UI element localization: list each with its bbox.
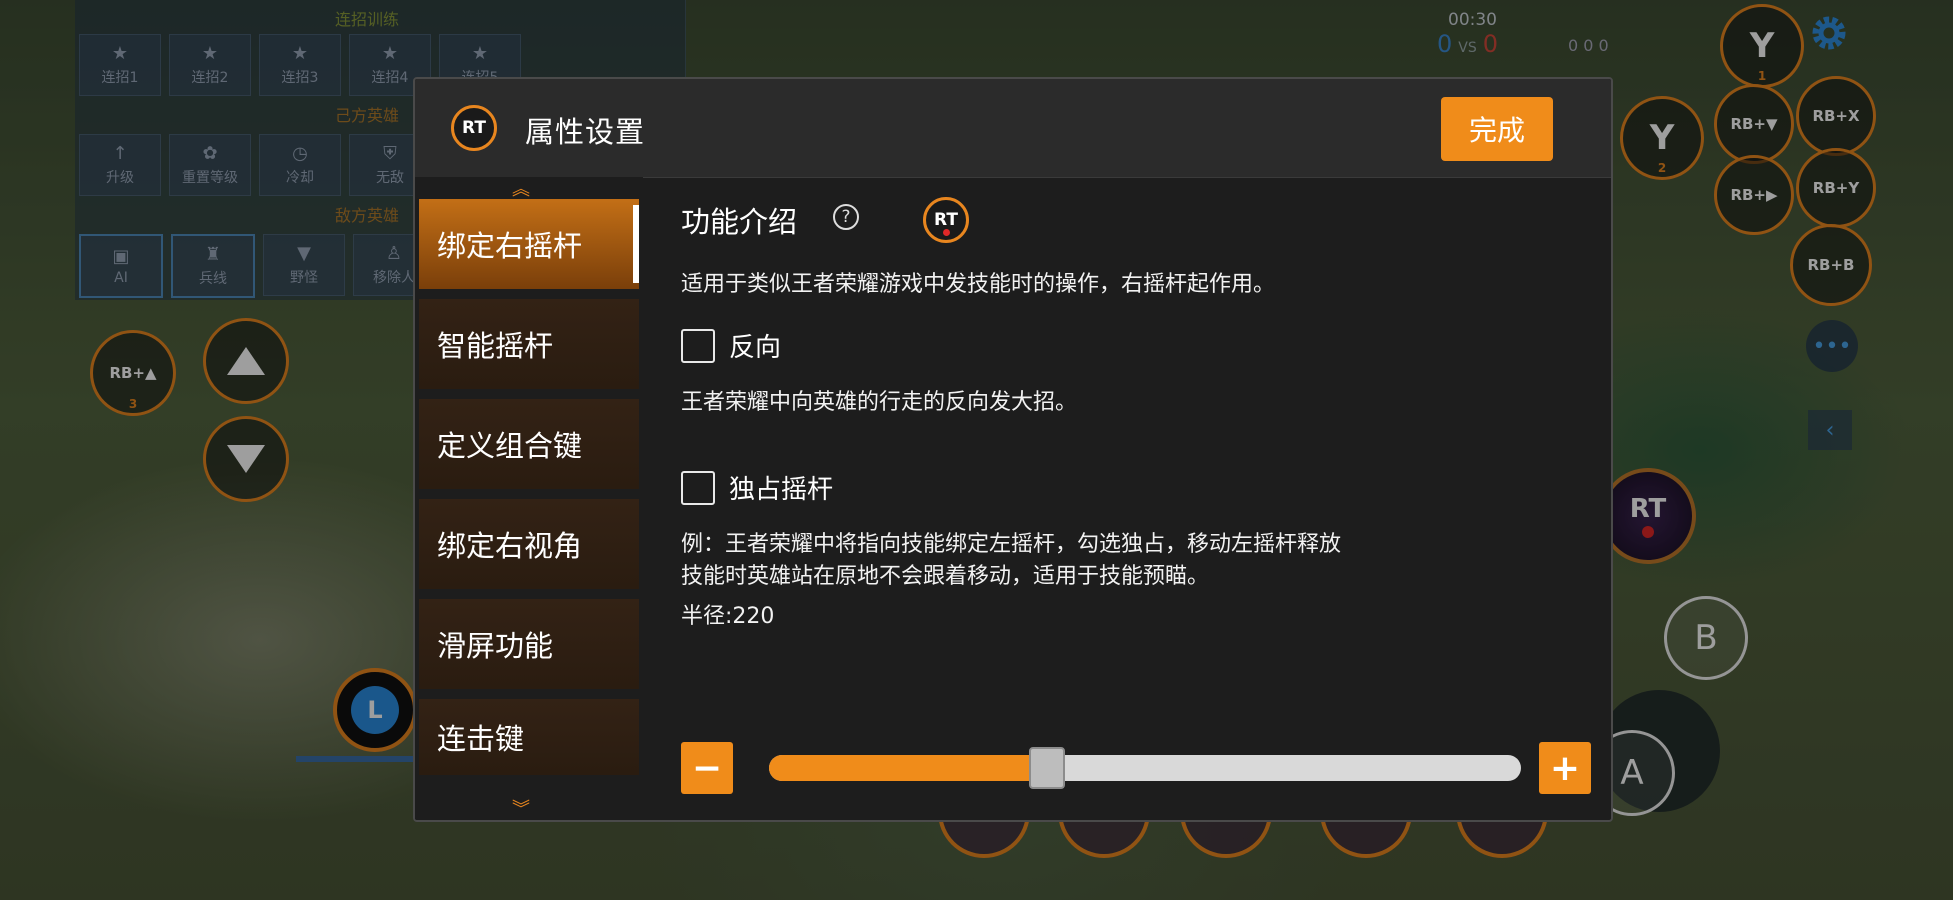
rt-badge: RT [451, 105, 497, 151]
nav-smart-stick[interactable]: 智能摇杆 [419, 299, 639, 389]
reverse-option[interactable]: 反向 [681, 327, 781, 364]
dialog-title: 属性设置 [525, 115, 646, 149]
reverse-checkbox[interactable] [681, 328, 715, 363]
radius-slider: − + [681, 742, 1591, 794]
dialog-header: RT 属性设置 完成 [415, 79, 1611, 178]
nav-swipe-function[interactable]: 滑屏功能 [419, 599, 639, 689]
radius-label: 半径:220 [681, 604, 775, 629]
intro-text: 适用于类似王者荣耀游戏中发技能时的操作，右摇杆起作用。 [681, 272, 1276, 297]
rt-badge: RT [923, 197, 969, 243]
exclusive-option[interactable]: 独占摇杆 [681, 469, 833, 506]
slider-fill [769, 755, 1048, 781]
exclusive-label: 独占摇杆 [729, 475, 834, 505]
reverse-desc: 王者荣耀中向英雄的行走的反向发大招。 [681, 390, 1078, 415]
increase-button[interactable]: + [1539, 742, 1591, 794]
done-button[interactable]: 完成 [1441, 97, 1553, 161]
decrease-button[interactable]: − [681, 742, 733, 794]
chevron-up-icon[interactable]: ︽ [501, 179, 541, 201]
help-icon[interactable]: ? [833, 204, 859, 230]
exclusive-desc-line2: 技能时英雄站在原地不会跟着移动，适用于技能预瞄。 [681, 564, 1210, 589]
settings-sidebar: ︽ 绑定右摇杆 智能摇杆 定义组合键 绑定右视角 滑屏功能 连击键 ︾ [415, 177, 643, 820]
slider-track[interactable] [769, 755, 1521, 781]
nav-bind-right-stick[interactable]: 绑定右摇杆 [419, 199, 639, 289]
settings-content: 功能介绍 ? RT 适用于类似王者荣耀游戏中发技能时的操作，右摇杆起作用。 反向… [681, 177, 1591, 817]
nav-bind-right-view[interactable]: 绑定右视角 [419, 499, 639, 589]
chevron-down-icon[interactable]: ︾ [501, 799, 541, 820]
exclusive-checkbox[interactable] [681, 470, 715, 505]
reverse-label: 反向 [729, 333, 782, 363]
slider-thumb[interactable] [1029, 747, 1066, 789]
record-dot-icon [943, 229, 950, 236]
section-title: 功能介绍 [681, 205, 798, 239]
nav-combo-hit[interactable]: 连击键 [419, 699, 639, 775]
attribute-settings-dialog: RT 属性设置 完成 ︽ 绑定右摇杆 智能摇杆 定义组合键 绑定右视角 滑屏功能… [413, 77, 1613, 822]
nav-combo-keys[interactable]: 定义组合键 [419, 399, 639, 489]
exclusive-desc-line1: 例：王者荣耀中将指向技能绑定左摇杆，勾选独占，移动左摇杆释放 [681, 532, 1342, 557]
